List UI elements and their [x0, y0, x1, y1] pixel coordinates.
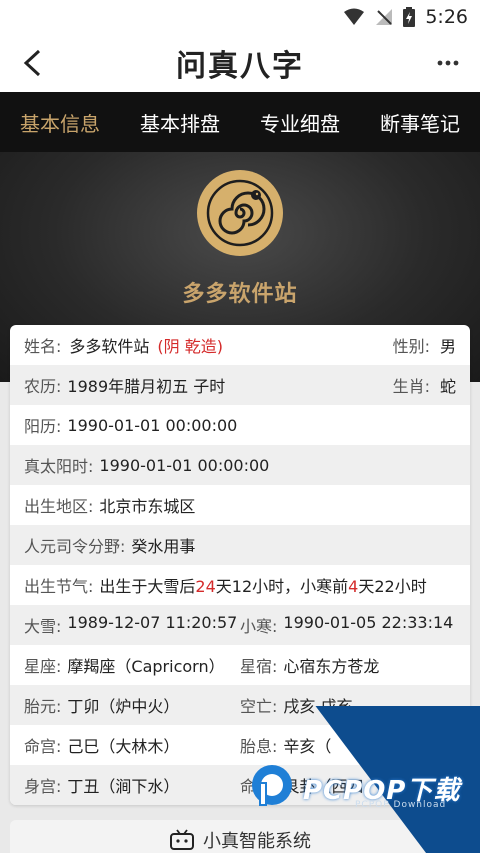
more-dots-icon	[437, 60, 459, 66]
info-row-solar-terms: 大雪: 1989-12-07 11:20:57 小寒: 1990-01-05 22:…	[10, 605, 470, 645]
status-time: 5:26	[425, 6, 468, 28]
taiyuan-value: 丁卯（炉中火）	[67, 697, 180, 716]
zodiac-value: 蛇	[439, 377, 456, 396]
true-solar-value: 1990-01-01 00:00:00	[99, 455, 270, 475]
info-row-birthplace: 出生地区: 北京市东城区	[10, 485, 470, 525]
signal-icon	[376, 9, 393, 25]
tv-robot-icon	[170, 829, 194, 850]
more-button[interactable]	[428, 43, 468, 83]
shengong-label: 身宫:	[24, 777, 62, 796]
info-row-constellation: 星座: 摩羯座（Capricorn） 星宿: 心宿东方苍龙	[10, 645, 470, 685]
tab-basic-chart[interactable]: 基本排盘	[136, 102, 224, 143]
minggong-label: 命宫:	[24, 737, 62, 756]
jieqi-label: 出生节气:	[24, 577, 94, 596]
jieqi-text-3: 天22小时	[358, 577, 427, 596]
minggong-value: 己巳（大林木）	[67, 737, 180, 756]
star-value: 摩羯座（Capricorn）	[67, 657, 225, 676]
daxue-label: 大雪:	[24, 617, 62, 636]
app-bar: 问真八字	[0, 34, 480, 92]
shengong-value: 丁丑（涧下水）	[67, 777, 180, 796]
xiaohan-value: 1990-01-05 22:33:14	[283, 613, 454, 632]
info-row-jieqi: 出生节气: 出生于大雪后24天12小时，小寒前4天22小时	[10, 565, 470, 605]
jieqi-text-2: 天12小时，小寒前	[215, 577, 349, 596]
name-label: 姓名:	[24, 337, 62, 356]
gender-label: 性别:	[392, 337, 430, 356]
page-title: 问真八字	[176, 49, 304, 84]
daxue-value: 1989-12-07 11:20:57	[67, 613, 238, 632]
tab-pro-chart[interactable]: 专业细盘	[256, 102, 344, 143]
name-value: 多多软件站	[69, 337, 150, 356]
solar-value: 1990-01-01 00:00:00	[67, 415, 238, 435]
birthplace-label: 出生地区:	[24, 497, 94, 516]
wifi-icon	[344, 8, 365, 25]
info-row-lunar: 农历: 1989年腊月初五 子时 生肖: 蛇	[10, 365, 470, 405]
watermark-sub: PCPOP Download	[355, 800, 447, 810]
watermark: PCPOP下载 PCPOP Download	[245, 706, 480, 853]
jieqi-days-after: 24	[195, 577, 216, 596]
xingxiu-label: 星宿:	[240, 657, 278, 676]
info-row-true-solar: 真太阳时: 1990-01-01 00:00:00	[10, 445, 470, 485]
tab-bar: 基本信息 基本排盘 专业细盘 断事笔记	[0, 92, 480, 152]
info-row-renyuan: 人元司令分野: 癸水用事	[10, 525, 470, 565]
tab-basic-info[interactable]: 基本信息	[16, 102, 104, 143]
name-tag: (阴 乾造)	[157, 337, 223, 356]
zodiac-label: 生肖:	[392, 377, 430, 396]
true-solar-label: 真太阳时:	[24, 457, 94, 476]
status-bar: 5:26	[0, 0, 480, 34]
xingxiu-value: 心宿东方苍龙	[283, 657, 380, 676]
renyuan-value: 癸水用事	[131, 537, 196, 556]
tab-notes[interactable]: 断事笔记	[376, 102, 464, 143]
renyuan-label: 人元司令分野:	[24, 537, 126, 556]
battery-icon	[403, 7, 416, 27]
lunar-label: 农历:	[24, 377, 62, 396]
xiaohan-label: 小寒:	[240, 617, 278, 636]
taiyuan-label: 胎元:	[24, 697, 62, 716]
star-label: 星座:	[24, 657, 62, 676]
gender-value: 男	[439, 337, 456, 356]
chevron-left-icon	[23, 49, 41, 77]
info-row-solar: 阳历: 1990-01-01 00:00:00	[10, 405, 470, 445]
info-row-name: 姓名: 多多软件站 (阴 乾造) 性别: 男	[10, 325, 470, 365]
solar-label: 阳历:	[24, 417, 62, 436]
jieqi-days-before: 4	[348, 577, 359, 596]
lunar-value: 1989年腊月初五 子时	[67, 377, 226, 396]
profile-name: 多多软件站	[182, 282, 298, 307]
pcpop-logo-icon	[252, 765, 292, 806]
jieqi-text-1: 出生于大雪后	[99, 577, 196, 596]
birthplace-value: 北京市东城区	[99, 497, 196, 516]
snake-zodiac-icon	[197, 170, 283, 256]
back-button[interactable]	[12, 43, 52, 83]
jieqi-value: 出生于大雪后24天12小时，小寒前4天22小时	[99, 573, 426, 597]
